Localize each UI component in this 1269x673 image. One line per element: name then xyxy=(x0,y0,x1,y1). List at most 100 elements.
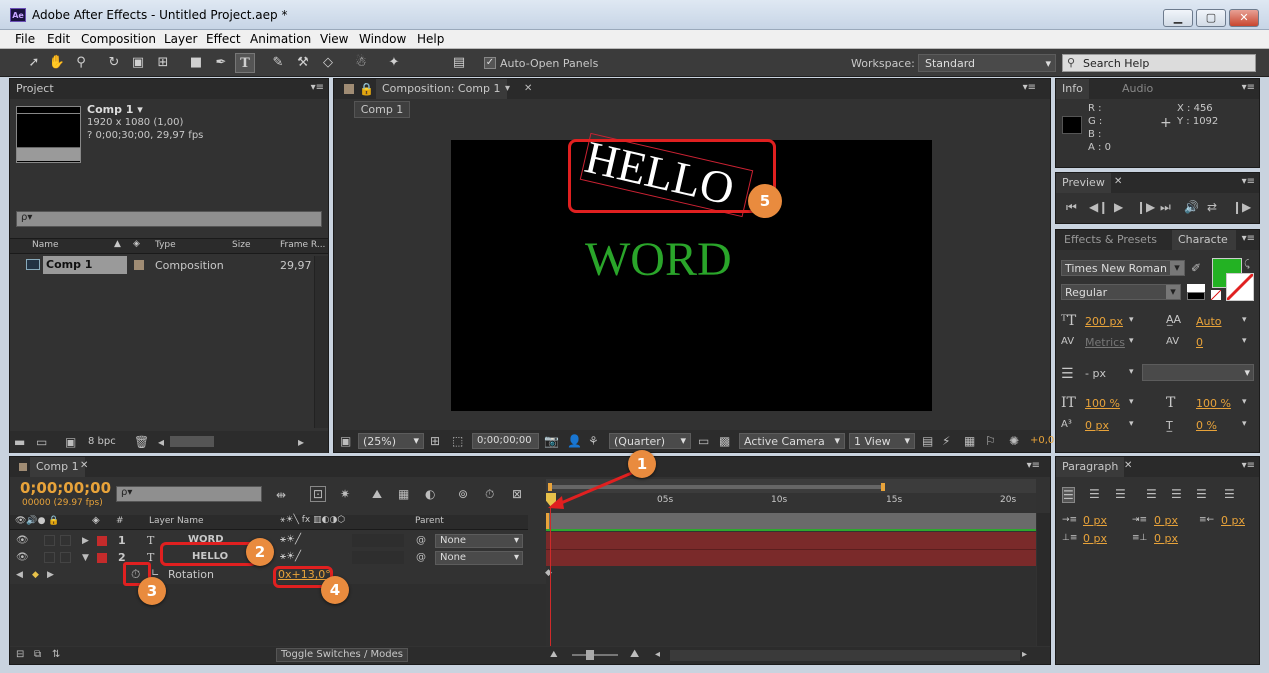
tab-project[interactable]: Project xyxy=(10,79,60,99)
menu-animation[interactable]: Animation xyxy=(250,32,311,46)
timeline-hscroll[interactable] xyxy=(670,650,1020,661)
prev-keyframe-icon[interactable]: ◀ xyxy=(16,568,23,582)
project-scrollbar[interactable] xyxy=(314,256,328,428)
puppet-pin-tool-icon[interactable]: ✦ xyxy=(384,53,404,73)
justify-right-icon[interactable]: ☰ xyxy=(1196,487,1207,501)
eraser-tool-icon[interactable]: ◇ xyxy=(318,53,338,73)
kerning-value[interactable]: Metrics xyxy=(1085,336,1125,349)
hand-tool-icon[interactable]: ✋ xyxy=(47,53,67,73)
align-left-icon[interactable]: ☰ xyxy=(1062,487,1075,503)
timeline-icon[interactable]: ▦ xyxy=(964,434,975,448)
draft-3d-icon[interactable]: ✷ xyxy=(340,487,350,501)
menu-layer[interactable]: Layer xyxy=(164,32,197,46)
rotation-property-row[interactable]: ◀ ◆ ▶ ⏱ ∟ Rotation 0x+13,0° xyxy=(10,566,528,583)
type-tool-icon[interactable]: T xyxy=(235,53,255,73)
rectangle-tool-icon[interactable]: ■ xyxy=(186,53,206,73)
view-layout-select[interactable]: 1 View ▾ xyxy=(849,433,915,449)
word-text-layer[interactable]: WORD xyxy=(585,233,732,287)
col-name[interactable]: Name xyxy=(32,240,59,250)
close-button[interactable]: ✕ xyxy=(1229,9,1259,27)
rotate-tool-icon[interactable]: ↻ xyxy=(104,53,124,73)
tracking-value[interactable]: 0 xyxy=(1196,336,1203,349)
new-folder-icon[interactable]: ▭ xyxy=(36,435,47,449)
scroll-left-icon[interactable]: ◂ xyxy=(158,435,164,449)
expand-panes-icon[interactable]: ⊟ xyxy=(16,648,24,662)
chevron-down-icon[interactable]: ▾ xyxy=(1242,397,1247,407)
color-channels-icon[interactable]: ⚘ xyxy=(588,434,599,448)
justify-left-icon[interactable]: ☰ xyxy=(1146,487,1157,501)
fast-previews-icon[interactable]: ⚡ xyxy=(942,434,950,448)
frame-blending-icon[interactable]: ▦ xyxy=(398,487,409,501)
sort-triangle-icon[interactable]: ▲ xyxy=(114,239,121,249)
solo-toggle[interactable] xyxy=(44,535,55,546)
stroke-width-value[interactable]: - px xyxy=(1085,367,1106,380)
mask-visibility-icon[interactable]: ⬚ xyxy=(452,434,463,448)
exposure-icon[interactable]: ✺ xyxy=(1009,434,1019,448)
zoom-slider-thumb[interactable] xyxy=(586,650,594,660)
horizontal-scale-value[interactable]: 100 % xyxy=(1196,397,1231,410)
eyedropper-icon[interactable]: ✐ xyxy=(1191,261,1201,275)
layer-bar-hello[interactable] xyxy=(546,549,1036,566)
hide-shy-layers-icon[interactable]: ⛰ xyxy=(372,487,382,501)
comp-subtab[interactable]: Comp 1 xyxy=(354,101,410,118)
resolution-select[interactable]: (Quarter) ▾ xyxy=(609,433,691,449)
stroke-type-select[interactable]: ▾ xyxy=(1142,364,1254,381)
white-swatch[interactable] xyxy=(1187,284,1205,292)
panel-menu-icon[interactable]: ▾≡ xyxy=(1023,82,1036,93)
justify-center-icon[interactable]: ☰ xyxy=(1171,487,1182,501)
comp-timecode-field[interactable]: 0;00;00;00 xyxy=(472,433,539,449)
vertical-scale-value[interactable]: 100 % xyxy=(1085,397,1120,410)
font-size-value[interactable]: 200 px xyxy=(1085,315,1123,328)
scroll-right-icon[interactable]: ▸ xyxy=(298,435,304,449)
next-frame-icon[interactable]: ❙▶ xyxy=(1136,200,1155,214)
font-family-select[interactable]: Times New Roman ▾ xyxy=(1061,260,1185,276)
zoom-slider-track[interactable] xyxy=(572,654,618,656)
col-type[interactable]: Type xyxy=(155,240,176,250)
align-center-icon[interactable]: ☰ xyxy=(1089,487,1100,501)
collapse-arrow-icon[interactable]: ▼ xyxy=(82,551,89,565)
layer-label-red[interactable] xyxy=(97,553,107,563)
tab-audio[interactable]: Audio xyxy=(1116,79,1159,99)
panel-menu-icon[interactable]: ▾≡ xyxy=(1242,460,1255,471)
tab-dropdown-icon[interactable]: ▾ xyxy=(505,82,510,96)
tab-composition[interactable]: Composition: Comp 1 xyxy=(376,79,507,99)
panel-menu-icon[interactable]: ▾≡ xyxy=(1242,233,1255,244)
timeline-vscroll[interactable] xyxy=(1037,513,1050,646)
pickwhip-icon[interactable]: @ xyxy=(416,551,426,565)
justify-all-icon[interactable]: ☰ xyxy=(1224,487,1235,501)
eye-icon[interactable]: 👁 xyxy=(16,534,29,548)
chevron-down-icon[interactable]: ▾ xyxy=(1129,419,1134,429)
workspace-select[interactable]: Standard ▾ xyxy=(918,54,1056,72)
playhead-line[interactable] xyxy=(550,507,551,646)
scroll-left-icon[interactable]: ◂ xyxy=(655,648,660,662)
motion-blur-icon[interactable]: ◐ xyxy=(425,487,435,501)
keyframe-track[interactable]: ◆ xyxy=(545,566,1036,646)
always-preview-icon[interactable]: ▣ xyxy=(340,434,351,448)
search-help-input[interactable]: ⚲ Search Help xyxy=(1062,54,1256,72)
layer-label-red[interactable] xyxy=(97,536,107,546)
zoom-out-icon[interactable]: ⛰ xyxy=(550,648,558,662)
menu-view[interactable]: View xyxy=(320,32,348,46)
panel-menu-icon[interactable]: ▾≡ xyxy=(1242,176,1255,187)
maximize-button[interactable]: ▢ xyxy=(1196,9,1226,27)
region-of-interest-icon[interactable]: ▭ xyxy=(698,434,709,448)
toggle-switches-modes-button[interactable]: Toggle Switches / Modes xyxy=(276,648,408,662)
horizontal-scroll-thumb[interactable] xyxy=(170,436,214,447)
layer-switches-icons[interactable]: ⚹☀╱ xyxy=(280,534,301,545)
transfer-controls-icon[interactable]: ⧉ xyxy=(34,648,41,662)
tab-effects-presets[interactable]: Effects & Presets xyxy=(1058,230,1163,250)
col-frame-rate[interactable]: Frame R... xyxy=(280,240,325,250)
solo-toggle[interactable] xyxy=(44,552,55,563)
flowchart-icon[interactable]: ⚐ xyxy=(985,434,996,448)
baseline-shift-value[interactable]: 0 px xyxy=(1085,419,1109,432)
add-keyframe-icon[interactable]: ◆ xyxy=(32,568,39,582)
auto-keyframe-icon[interactable]: ⏱ xyxy=(485,487,494,501)
chevron-down-icon[interactable]: ▾ xyxy=(1242,315,1247,325)
menu-file[interactable]: File xyxy=(15,32,35,46)
eye-icon[interactable]: 👁 xyxy=(16,551,29,565)
pickwhip-icon[interactable]: @ xyxy=(416,534,426,548)
ram-preview-icon[interactable]: ❙▶ xyxy=(1232,200,1251,214)
interpret-footage-icon[interactable]: ▬ xyxy=(14,435,25,449)
col-parent[interactable]: Parent xyxy=(415,516,444,526)
work-area-end[interactable] xyxy=(881,483,885,491)
